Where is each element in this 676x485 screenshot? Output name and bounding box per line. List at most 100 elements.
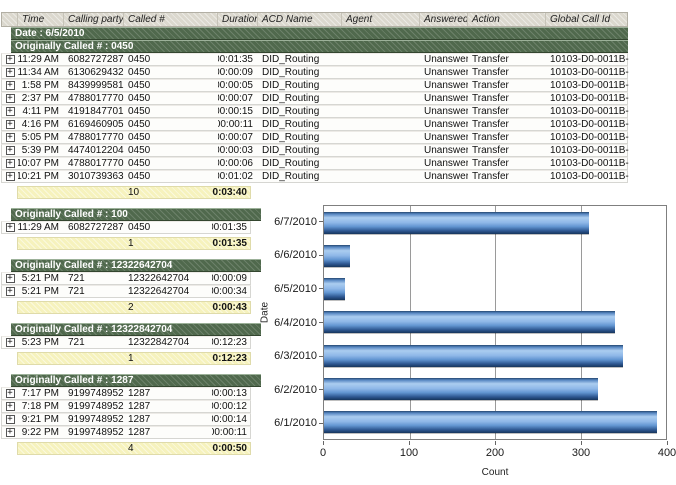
- expand-row-button[interactable]: +: [6, 274, 15, 283]
- column-header-time: Time: [18, 13, 64, 26]
- expand-row-button[interactable]: +: [6, 55, 15, 64]
- cell-called: 1287: [124, 427, 212, 438]
- expand-row-button[interactable]: +: [6, 428, 15, 437]
- summary-total-duration: 00:00:50: [212, 443, 252, 454]
- expand-row-button[interactable]: +: [6, 223, 15, 232]
- cell-agent: [342, 145, 420, 156]
- cell-agent: [342, 132, 420, 143]
- cell-calling: 6130629432: [64, 67, 124, 78]
- cell-agent: [342, 80, 420, 91]
- expand-row-button[interactable]: +: [6, 120, 15, 129]
- cell-acd: DID_Routing: [258, 67, 342, 78]
- cell-time: 5:39 PM: [18, 145, 64, 156]
- y-tick-label: 6/2/2010: [274, 384, 317, 396]
- cell-called: 1287: [124, 388, 212, 399]
- bar-slot: [324, 239, 666, 272]
- y-tick-label: 6/3/2010: [274, 350, 317, 362]
- expand-row-button[interactable]: +: [6, 146, 15, 155]
- expand-row-button[interactable]: +: [6, 287, 15, 296]
- y-tick-row: 6/5/2010: [256, 272, 323, 306]
- expand-cell: +: [2, 414, 18, 425]
- cell-time: 9:22 PM: [18, 427, 64, 438]
- cell-agent: [342, 93, 420, 104]
- cell-gcid: 10103-D0-0011B-76F: [546, 67, 629, 78]
- cell-answered: Unanswered: [420, 145, 468, 156]
- cell-action: Transfer: [468, 106, 546, 117]
- x-tick-mark: [581, 441, 582, 445]
- x-axis-title: Count: [323, 467, 667, 478]
- cell-calling: 721: [64, 286, 124, 297]
- cell-duration: 00:00:05: [218, 80, 258, 91]
- cell-answered: Unanswered: [420, 106, 468, 117]
- x-tick-label: 0: [320, 447, 326, 459]
- summary-spacer: [18, 353, 64, 364]
- cell-calling: 9199748952: [64, 401, 124, 412]
- cell-duration: 00:01:35: [218, 54, 258, 65]
- expand-row-button[interactable]: +: [6, 389, 15, 398]
- expand-row-button[interactable]: +: [6, 172, 15, 181]
- call-row: +5:21 PM7211232264270400:00:09: [1, 272, 251, 285]
- expand-row-button[interactable]: +: [6, 338, 15, 347]
- group-header: Originally Called # : 100: [11, 208, 261, 221]
- summary-count: 10: [124, 187, 212, 198]
- call-row: +7:17 PM9199748952128700:00:13: [1, 387, 251, 400]
- cell-duration: 00:00:03: [218, 145, 258, 156]
- expand-row-button[interactable]: +: [6, 81, 15, 90]
- summary-total-duration: 00:00:43: [212, 302, 252, 313]
- cell-answered: Unanswered: [420, 54, 468, 65]
- x-tick-mark: [409, 441, 410, 445]
- cell-gcid: 10103-D0-0011B-77E: [546, 158, 629, 169]
- cell-calling: 4788017770: [64, 158, 124, 169]
- cell-agent: [342, 106, 420, 117]
- expand-row-button[interactable]: +: [6, 415, 15, 424]
- cell-called: 1287: [124, 401, 212, 412]
- expand-row-button[interactable]: +: [6, 68, 15, 77]
- cell-called: 0450: [124, 222, 212, 233]
- bar-slot: [324, 206, 666, 239]
- y-tick-label: 6/1/2010: [274, 417, 317, 429]
- cell-duration: 00:00:11: [212, 427, 252, 438]
- cell-calling: 4788017770: [64, 132, 124, 143]
- cell-gcid: 10103-D0-0011B-771: [546, 93, 629, 104]
- cell-time: 1:58 PM: [18, 80, 64, 91]
- bar-slot: [324, 306, 666, 339]
- cell-action: Transfer: [468, 54, 546, 65]
- expand-cell: +: [2, 273, 18, 284]
- expand-row-button[interactable]: +: [6, 94, 15, 103]
- expand-row-button[interactable]: +: [6, 402, 15, 411]
- cell-agent: [342, 67, 420, 78]
- group-header: Originally Called # : 0450: [11, 40, 628, 53]
- call-row: +11:29 AM6082727287045000:01:35: [1, 221, 251, 234]
- date-group-header: Date : 6/5/2010: [11, 27, 628, 40]
- group-header: Originally Called # : 1287: [11, 374, 261, 387]
- report-page: TimeCalling party #Called #DurationACD N…: [0, 0, 676, 485]
- cell-answered: Unanswered: [420, 80, 468, 91]
- y-axis-tick-labels: 6/7/20106/6/20106/5/20106/4/20106/3/2010…: [256, 205, 323, 440]
- cell-agent: [342, 54, 420, 65]
- bar-6/6/2010: [324, 245, 350, 267]
- cell-gcid: 10103-D0-0011B-770: [546, 80, 629, 91]
- cell-duration: 00:00:09: [212, 273, 252, 284]
- call-group-section: Originally Called # : 0450+11:29 AM60827…: [1, 40, 628, 199]
- expand-row-button[interactable]: +: [6, 107, 15, 116]
- call-row: +7:18 PM9199748952128700:00:12: [1, 400, 251, 413]
- call-row: +4:16 PM6169460905045000:00:11DID_Routin…: [1, 118, 628, 131]
- call-row: +5:05 PM4788017770045000:00:07DID_Routin…: [1, 131, 628, 144]
- cell-action: Transfer: [468, 80, 546, 91]
- summary-spacer: [64, 187, 124, 198]
- summary-spacer: [64, 443, 124, 454]
- call-row: +5:23 PM7211232284270400:12:23: [1, 336, 251, 349]
- y-tick-row: 6/6/2010: [256, 239, 323, 273]
- cell-time: 11:29 AM: [18, 222, 64, 233]
- cell-called: 0450: [124, 145, 218, 156]
- cell-called: 0450: [124, 119, 218, 130]
- cell-called: 0450: [124, 171, 218, 182]
- expand-row-button[interactable]: +: [6, 133, 15, 142]
- call-row: +10:21 PM3010739363045000:01:02DID_Routi…: [1, 170, 628, 183]
- cell-agent: [342, 119, 420, 130]
- y-tick-label: 6/5/2010: [274, 283, 317, 295]
- expand-row-button[interactable]: +: [6, 159, 15, 168]
- summary-total-duration: 00:01:35: [212, 238, 252, 249]
- cell-called: 12322642704: [124, 273, 212, 284]
- cell-time: 5:23 PM: [18, 337, 64, 348]
